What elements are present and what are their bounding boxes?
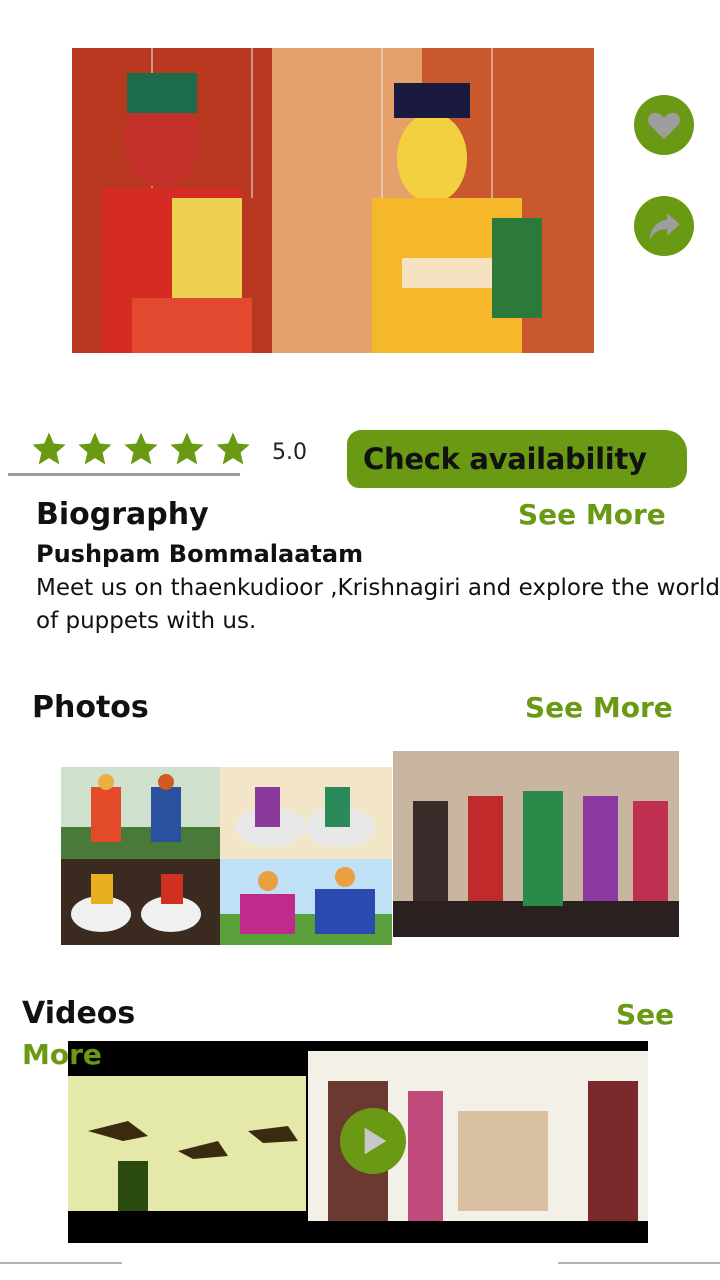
photo-thumbnail[interactable]	[393, 751, 679, 937]
star-icon	[122, 430, 160, 468]
photo-thumbnail[interactable]	[220, 767, 392, 859]
star-icon	[214, 430, 252, 468]
like-button[interactable]	[634, 95, 694, 155]
photos-title: Photos	[32, 690, 149, 725]
star-icon	[30, 430, 68, 468]
bio-name: Pushpam Bommalaatam	[36, 540, 364, 568]
photo-thumbnail[interactable]	[61, 767, 220, 859]
videos-see-more-link[interactable]: See	[616, 998, 674, 1031]
videos-see-more-link-continued[interactable]: More	[22, 1038, 102, 1071]
hero-image	[72, 48, 594, 353]
divider	[8, 473, 240, 476]
divider	[0, 1262, 122, 1264]
photo-thumbnail[interactable]	[61, 859, 220, 945]
check-availability-button[interactable]: Check availability	[347, 430, 687, 488]
rating-value: 5.0	[272, 440, 307, 465]
star-icon	[168, 430, 206, 468]
photos-see-more-link[interactable]: See More	[525, 691, 673, 724]
bio-text: Meet us on thaenkudioor ,Krishnagiri and…	[36, 575, 720, 634]
biography-title: Biography	[36, 497, 209, 532]
play-icon	[364, 1127, 387, 1155]
star-icon	[76, 430, 114, 468]
photo-gallery	[61, 751, 679, 945]
heart-icon	[648, 112, 680, 140]
star-rating	[30, 430, 252, 468]
photo-thumbnail[interactable]	[220, 859, 392, 945]
share-button[interactable]	[634, 196, 694, 256]
videos-title: Videos	[22, 996, 136, 1031]
page: 5.0 Check availability Biography See Mor…	[0, 0, 720, 1280]
play-button[interactable]	[340, 1108, 406, 1174]
biography-see-more-link[interactable]: See More	[518, 498, 666, 531]
divider	[558, 1262, 720, 1264]
share-arrow-icon	[649, 213, 680, 241]
